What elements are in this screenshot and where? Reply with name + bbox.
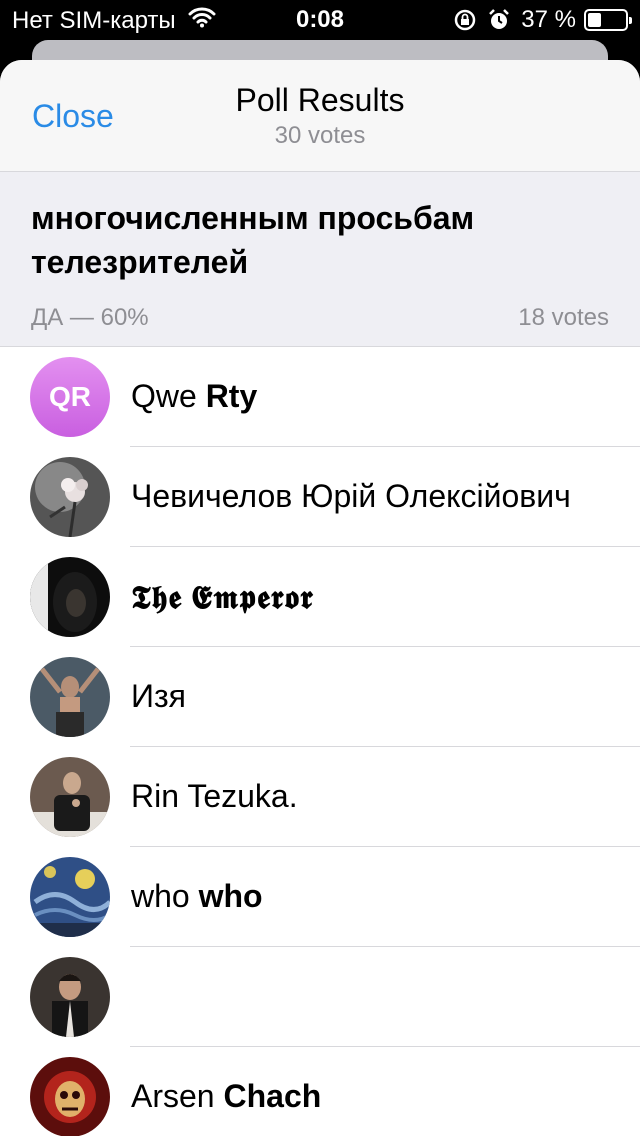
voter-row[interactable]: QR Qwe Rty <box>0 347 640 447</box>
voter-last-name: 𝕰𝖒𝖕𝖊𝖗𝖔𝖗 <box>191 578 314 616</box>
page-title: Poll Results <box>235 82 405 118</box>
question-text: многочисленным просьбам телезрителей <box>31 172 621 284</box>
avatar <box>30 457 110 537</box>
voter-name: who who <box>131 878 263 915</box>
rotation-lock-icon <box>453 8 477 32</box>
avatar: QR <box>30 357 110 437</box>
status-bar: Нет SIM-карты 0:08 37 % <box>0 0 640 40</box>
person-in-suit-photo-icon <box>30 757 110 837</box>
voter-last-name: Rty <box>205 378 258 414</box>
voter-first-name: Arsen <box>131 1078 215 1114</box>
alarm-icon <box>487 8 511 32</box>
option-label: ДА — 60% <box>31 304 149 331</box>
question-line-1: многочисленным просьбам <box>31 200 475 236</box>
flower-photo-icon <box>30 457 110 537</box>
question-section: многочисленным просьбам телезрителей ДА … <box>0 172 640 346</box>
voter-row[interactable] <box>0 947 640 1047</box>
voter-first-name: Rin <box>131 778 180 814</box>
status-right: 37 % <box>453 6 632 34</box>
vote-count-subtitle: 30 votes <box>274 122 366 149</box>
voter-first-name: Изя <box>131 678 186 714</box>
voter-first-name: Qwe <box>131 378 197 414</box>
battery-icon <box>584 9 632 31</box>
voter-first-name: who <box>131 878 190 914</box>
voter-last-name: Tezuka. <box>187 778 298 814</box>
option-votes: 18 votes <box>518 304 609 331</box>
voter-name: Arsen Chach <box>131 1078 321 1115</box>
voter-name: 𝕿𝖍𝖊 𝕰𝖒𝖕𝖊𝖗𝖔𝖗 <box>131 578 314 617</box>
voter-list: QR Qwe Rty Чевичелов Юрій Олексійович 𝕿𝖍… <box>0 346 640 1136</box>
voter-row[interactable]: Arsen Chach <box>0 1047 640 1136</box>
red-skull-art-icon <box>30 1057 110 1136</box>
voter-last-name: Юрій Олексійович <box>301 478 571 514</box>
avatar <box>30 657 110 737</box>
starry-night-painting-icon <box>30 857 110 937</box>
battery-percent: 37 % <box>521 6 576 33</box>
voter-first-name: Чевичелов <box>131 478 293 514</box>
voter-last-name: who <box>198 878 263 914</box>
voter-row[interactable]: 𝕿𝖍𝖊 𝕰𝖒𝖕𝖊𝖗𝖔𝖗 <box>0 547 640 647</box>
voter-row[interactable]: Изя <box>0 647 640 747</box>
voter-name: Qwe Rty <box>131 378 257 415</box>
voter-name: Изя <box>131 678 186 715</box>
voter-name: Чевичелов Юрій Олексійович <box>131 478 571 515</box>
avatar <box>30 757 110 837</box>
voter-last-name: Chach <box>223 1078 322 1114</box>
voter-row[interactable]: who who <box>0 847 640 947</box>
hooded-figure-photo-icon <box>30 557 110 637</box>
avatar <box>30 857 110 937</box>
agent-portrait-photo-icon <box>30 957 110 1037</box>
voter-name: Rin Tezuka. <box>131 778 298 815</box>
dancer-photo-icon <box>30 657 110 737</box>
poll-results-sheet: Close Poll Results 30 votes многочисленн… <box>0 60 640 1136</box>
question-hidden-line <box>31 172 621 196</box>
avatar-initials: QR <box>49 381 91 412</box>
avatar <box>30 1057 110 1136</box>
voter-row[interactable]: Rin Tezuka. <box>0 747 640 847</box>
avatar <box>30 557 110 637</box>
voter-first-name: 𝕿𝖍𝖊 <box>131 578 183 616</box>
avatar <box>30 957 110 1037</box>
navigation-bar: Close Poll Results 30 votes <box>0 60 640 172</box>
question-line-2: телезрителей <box>31 244 249 280</box>
voter-row[interactable]: Чевичелов Юрій Олексійович <box>0 447 640 547</box>
